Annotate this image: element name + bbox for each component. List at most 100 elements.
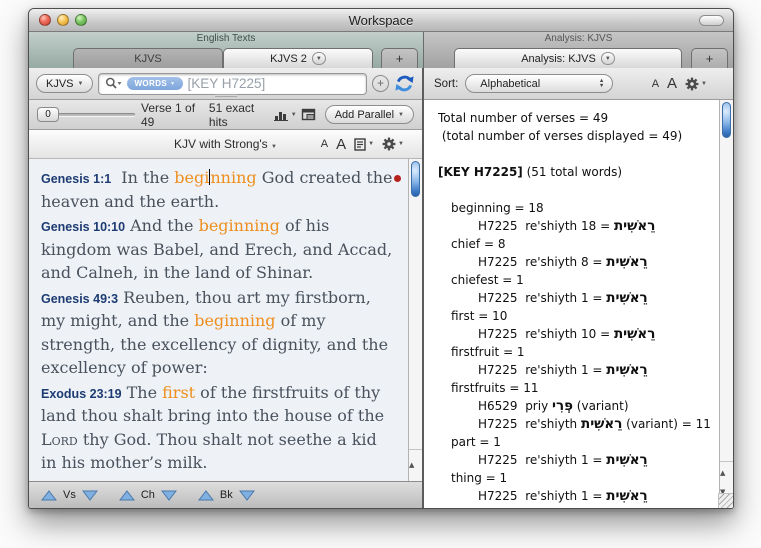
analysis-line — [438, 181, 711, 199]
tab-group-bar: English Texts KJVS KJVS 2 ▼ + Analysis: … — [29, 32, 733, 68]
analysis-line — [438, 145, 711, 163]
scrollbar-thumb[interactable] — [722, 102, 731, 138]
minimize-window-button[interactable] — [57, 14, 69, 26]
zoom-window-button[interactable] — [75, 14, 87, 26]
increase-font-button[interactable]: A — [667, 75, 677, 92]
scroll-up-arrow[interactable]: ▲ — [409, 461, 414, 469]
workspace-window: Workspace English Texts KJVS KJVS 2 ▼ + — [28, 8, 734, 509]
tab-menu-button[interactable]: ▼ — [601, 52, 615, 65]
chevron-down-icon: ▼ — [398, 112, 404, 118]
add-parallel-button[interactable]: Add Parallel ▼ — [325, 105, 414, 124]
toolbar-toggle-button[interactable] — [699, 15, 724, 26]
tab-label: Analysis: KJVS — [521, 53, 596, 65]
analysis-line: H7225 re'shiyth רֵאשִׁית = 10 — [438, 325, 711, 343]
next-chapter-button[interactable] — [161, 490, 177, 501]
actions-menu-button[interactable]: ▼ — [685, 77, 707, 91]
window-panes-icon — [301, 108, 317, 122]
verse[interactable]: Genesis 1:1 In the beginning God created… — [41, 166, 394, 213]
chevron-down-icon: ▼ — [398, 141, 404, 147]
group-title: English Texts — [29, 32, 423, 46]
hit-word: beginning — [194, 311, 275, 330]
hebrew-word: רֵאשִׁית — [606, 488, 647, 504]
tab-analysis-kjvs[interactable]: Analysis: KJVS ▼ — [454, 48, 682, 68]
verse-reference[interactable]: Genesis 10:10 — [41, 220, 125, 234]
nav-book-label: Bk — [220, 489, 233, 501]
verse-position-label: Verse 1 of 49 — [141, 101, 205, 129]
analysis-scrollbar[interactable]: ▲ ▼ — [719, 100, 733, 493]
group-title: Analysis: KJVS — [424, 32, 733, 46]
hit-count-label: 51 exact hits — [209, 101, 270, 129]
next-book-button[interactable] — [239, 490, 255, 501]
increase-font-button[interactable]: A — [336, 136, 346, 153]
decrease-font-button[interactable]: A — [321, 138, 328, 150]
scroll-up-arrow[interactable]: ▲ — [720, 469, 725, 477]
resize-grip[interactable] — [718, 493, 733, 508]
verse-text: The — [127, 478, 163, 481]
verse[interactable]: Genesis 10:10And the beginning of his ki… — [41, 214, 394, 285]
verse-text: Lord — [41, 430, 78, 449]
hit-word: first — [162, 478, 195, 481]
hebrew-word: רֵאשִׁית — [606, 254, 647, 270]
hebrew-word: רֵאשִׁית — [606, 452, 647, 468]
display-settings-button[interactable]: ▼ — [354, 138, 374, 151]
plus-icon: + — [396, 51, 404, 66]
tab-kjvs-2[interactable]: KJVS 2 ▼ — [223, 48, 373, 68]
previous-book-button[interactable] — [198, 490, 214, 501]
group-english-texts: English Texts KJVS KJVS 2 ▼ + — [29, 32, 424, 68]
hit-word: nning — [210, 168, 256, 187]
sort-bar: Sort: Alphabetical ▲▼ A A — [424, 68, 733, 100]
text-module-label: KJV with Strong's — [174, 137, 268, 151]
verse-reference[interactable]: Genesis 49:3 — [41, 292, 118, 306]
plus-icon: + — [377, 76, 384, 90]
analysis-results-area[interactable]: Total number of verses = 49 (total numbe… — [424, 100, 733, 508]
add-tab-button[interactable]: + — [381, 48, 418, 68]
add-parallel-label: Add Parallel — [335, 109, 394, 121]
actions-menu-button[interactable]: ▼ — [382, 137, 404, 151]
verse[interactable]: Genesis 49:3Reuben, thou art my firstbor… — [41, 286, 394, 380]
sort-dropdown[interactable]: Alphabetical ▲▼ — [465, 74, 613, 93]
pane-resize-handle[interactable] — [215, 94, 237, 98]
analysis-line: chiefest = 1 — [438, 271, 711, 289]
tab-menu-button[interactable]: ▼ — [312, 52, 326, 65]
chevron-down-icon: ▼ — [605, 56, 611, 62]
verse-list: Genesis 1:1 In the beginning God created… — [41, 166, 394, 481]
verse-slider[interactable]: 0 — [37, 107, 137, 122]
reference-marker-dot[interactable] — [394, 175, 401, 182]
verse-reference[interactable]: Genesis 1:1 — [41, 172, 111, 186]
add-search-term-button[interactable]: + — [372, 75, 389, 92]
nav-verse-label: Vs — [63, 489, 76, 501]
analysis-graph-button[interactable]: ▼ — [274, 108, 297, 121]
right-tab-strip: Analysis: KJVS ▼ + — [424, 46, 733, 68]
previous-chapter-button[interactable] — [119, 490, 135, 501]
title-bar[interactable]: Workspace — [29, 9, 733, 32]
bible-text-area[interactable]: Genesis 1:1 In the beginning God created… — [29, 159, 422, 481]
details-workspace-button[interactable] — [301, 108, 317, 122]
verse[interactable]: Exodus 34:26The first of the firstfruits… — [41, 476, 394, 481]
analysis-line: H7225 re'shiyth רֵאשִׁית = 8 — [438, 253, 711, 271]
add-tab-button[interactable]: + — [691, 48, 728, 68]
verse-reference[interactable]: Exodus 23:19 — [41, 387, 122, 401]
close-window-button[interactable] — [39, 14, 51, 26]
tab-kjvs[interactable]: KJVS — [73, 48, 223, 68]
chevron-down-icon: ▼ — [170, 81, 175, 87]
text-scrollbar[interactable]: ▲ ▼ — [408, 159, 422, 481]
scrollbar-thumb[interactable] — [411, 161, 420, 197]
nav-chapter: Ch — [119, 489, 177, 501]
update-search-icon[interactable] — [394, 73, 415, 94]
search-icon[interactable] — [105, 77, 122, 90]
analysis-line: H7225 re'shiyth רֵאשִׁית = 18 — [438, 217, 711, 235]
search-scope-pill[interactable]: WORDS ▼ — [127, 77, 182, 90]
previous-verse-button[interactable] — [41, 490, 57, 501]
decrease-font-button[interactable]: A — [652, 78, 659, 90]
verse[interactable]: Exodus 23:19The first of the firstfruits… — [41, 381, 394, 475]
hebrew-word: רֵאשִׁית — [606, 290, 647, 306]
next-verse-button[interactable] — [82, 490, 98, 501]
text-display-header: KJV with Strong's ▼ A A — [29, 130, 422, 159]
text-pane: KJVS ▼ WORDS ▼ [KEY H7225] — [29, 68, 424, 508]
slider-thumb[interactable]: 0 — [37, 107, 59, 122]
analysis-line: H7225 re'shiyth רֵאשִׁית = 1 — [438, 361, 711, 379]
analysis-line: H7225 re'shiyth רֵאשִׁית = 1 — [438, 451, 711, 469]
analysis-line: beginning = 18 — [438, 199, 711, 217]
search-input[interactable]: WORDS ▼ [KEY H7225] — [98, 73, 367, 95]
module-selector-button[interactable]: KJVS ▼ — [36, 74, 93, 93]
